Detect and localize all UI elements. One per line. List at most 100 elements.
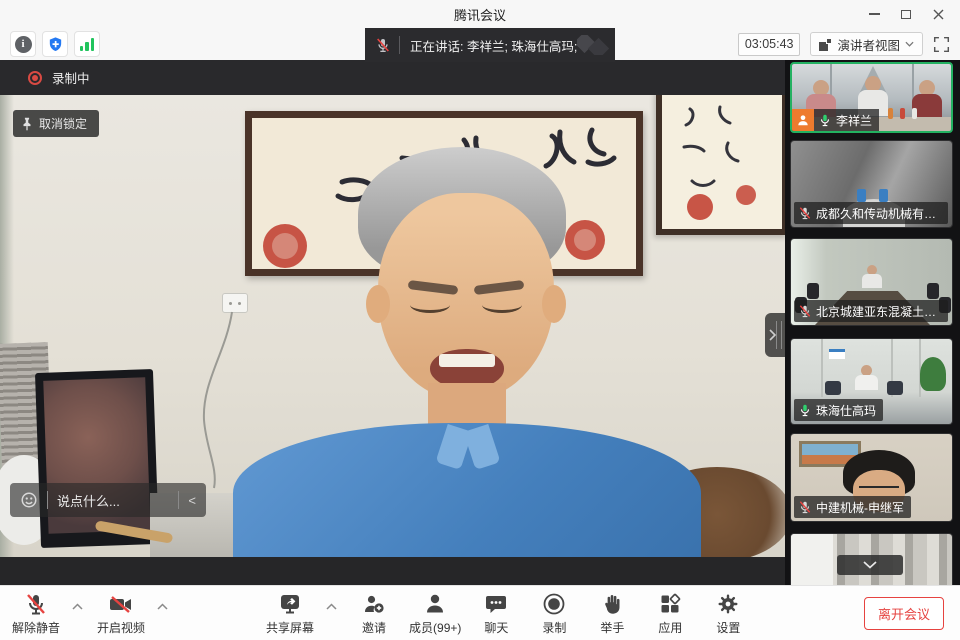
tencent-meeting-window: 腾讯会议 i <box>0 0 960 640</box>
participant-tile[interactable]: 李祥兰 <box>790 62 953 133</box>
chat-input-placeholder[interactable]: 说点什么... <box>57 491 169 510</box>
unpin-button[interactable]: 取消锁定 <box>13 110 99 137</box>
unmute-button[interactable]: 解除静音 <box>12 587 60 639</box>
info-icon: i <box>15 36 32 53</box>
speaker-ear <box>542 285 566 323</box>
mic-active-icon <box>798 403 812 417</box>
participant-name: 北京城建亚东混凝土有... <box>816 303 941 320</box>
muted-mic-icon <box>375 37 391 53</box>
apps-icon <box>658 591 682 617</box>
chat-collapse-button[interactable]: < <box>188 493 196 508</box>
share-screen-button[interactable]: 共享屏幕 <box>266 587 314 639</box>
invite-icon <box>362 591 386 617</box>
maximize-icon <box>901 10 911 19</box>
participant-name: 成都久和传动机械有限... <box>816 205 941 222</box>
drag-handle <box>776 321 782 349</box>
minimize-button[interactable] <box>858 0 890 28</box>
emoji-icon[interactable] <box>20 491 38 509</box>
video-options-chevron[interactable] <box>157 603 168 610</box>
quick-chat-bar[interactable]: 说点什么... < <box>10 483 206 517</box>
divider <box>178 491 179 509</box>
view-mode-selector[interactable]: 演讲者视图 <box>810 32 923 56</box>
participant-name-bar: 李祥兰 <box>792 109 879 131</box>
status-toolbar: i 正在讲话: 李祥兰; 珠海仕高玛; 03:05:43 <box>0 28 960 60</box>
chevron-down-icon <box>863 561 877 569</box>
mic-options-chevron[interactable] <box>72 603 83 610</box>
apps-button[interactable]: 应用 <box>647 587 693 639</box>
divider <box>47 491 48 509</box>
layout-icon <box>819 38 832 51</box>
participant-name: 珠海仕高玛 <box>816 402 876 419</box>
shield-icon <box>47 36 64 53</box>
recording-dot-icon <box>28 71 42 85</box>
participant-name-bar: 珠海仕高玛 <box>794 399 883 421</box>
unpin-label: 取消锁定 <box>39 115 87 132</box>
network-signal-icon <box>80 38 95 51</box>
titlebar: 腾讯会议 <box>0 0 960 28</box>
record-icon <box>542 591 566 617</box>
close-icon <box>933 9 944 20</box>
scroll-participants-down-button[interactable] <box>837 555 903 575</box>
participant-name-bar: 中建机械-申继军 <box>794 496 911 518</box>
raise-hand-icon <box>600 591 624 617</box>
mic-muted-icon <box>798 206 812 220</box>
chevron-down-icon <box>905 41 914 47</box>
speaking-now-label: 正在讲话: 李祥兰; 珠海仕高玛; <box>410 36 577 55</box>
mic-muted-icon <box>798 304 812 318</box>
recording-label: 录制中 <box>52 68 90 87</box>
sidebar-collapse-handle[interactable] <box>765 313 785 357</box>
leave-meeting-button[interactable]: 离开会议 <box>864 597 944 630</box>
settings-gear-icon <box>716 591 740 617</box>
members-button[interactable]: 成员(99+) <box>409 587 461 639</box>
network-quality-button[interactable] <box>74 31 100 57</box>
minimize-icon <box>869 13 880 15</box>
maximize-button[interactable] <box>890 0 922 28</box>
active-speaker-banner: 正在讲话: 李祥兰; 珠海仕高玛; <box>365 28 615 62</box>
cable <box>170 310 250 490</box>
meeting-timer: 03:05:43 <box>738 33 801 56</box>
speaker-eye <box>482 297 522 313</box>
participant-name-bar: 成都久和传动机械有限... <box>794 202 948 224</box>
speaker-ear <box>366 285 390 323</box>
divider <box>399 36 400 54</box>
fullscreen-button[interactable] <box>933 36 950 53</box>
meeting-info-button[interactable]: i <box>10 31 36 57</box>
main-video-region: 录制中 <box>0 60 785 585</box>
participant-name-bar: 北京城建亚东混凝土有... <box>794 300 948 322</box>
blurred-region <box>577 35 611 55</box>
chat-button[interactable]: 聊天 <box>473 587 519 639</box>
mic-muted-icon <box>798 500 812 514</box>
close-button[interactable] <box>922 0 954 28</box>
record-button[interactable]: 录制 <box>531 587 577 639</box>
camera-off-icon <box>108 591 134 617</box>
participant-name: 李祥兰 <box>836 112 872 129</box>
speaker-shirt <box>233 423 701 557</box>
control-toolbar: 解除静音 开启视频 共享屏幕 <box>0 585 960 640</box>
raise-hand-button[interactable]: 举手 <box>589 587 635 639</box>
mic-active-icon <box>818 113 832 127</box>
speaker-eye <box>410 297 450 313</box>
participant-name: 中建机械-申继军 <box>816 499 904 516</box>
shirt-collar <box>463 424 500 470</box>
participants-panel: 李祥兰 成都久和传动机械有限... <box>785 60 960 585</box>
recording-bar: 录制中 <box>0 60 785 95</box>
window-title: 腾讯会议 <box>454 5 506 24</box>
mic-muted-icon <box>24 591 48 617</box>
participant-tile[interactable]: 珠海仕高玛 <box>790 338 953 425</box>
chat-icon <box>484 591 508 617</box>
invite-button[interactable]: 邀请 <box>351 587 397 639</box>
letterbox <box>0 557 785 585</box>
share-screen-icon <box>278 591 302 617</box>
members-icon <box>423 591 447 617</box>
pin-icon <box>21 117 33 131</box>
participant-tile[interactable]: 中建机械-申继军 <box>790 433 953 522</box>
start-video-button[interactable]: 开启视频 <box>97 587 145 639</box>
view-mode-label: 演讲者视图 <box>837 35 900 54</box>
settings-button[interactable]: 设置 <box>705 587 751 639</box>
participant-tile[interactable]: 北京城建亚东混凝土有... <box>790 238 953 326</box>
calligraphy-frame-small <box>656 95 785 235</box>
share-options-chevron[interactable] <box>326 603 337 610</box>
security-button[interactable] <box>42 31 68 57</box>
host-badge-icon <box>792 109 814 131</box>
participant-tile[interactable]: 成都久和传动机械有限... <box>790 140 953 228</box>
